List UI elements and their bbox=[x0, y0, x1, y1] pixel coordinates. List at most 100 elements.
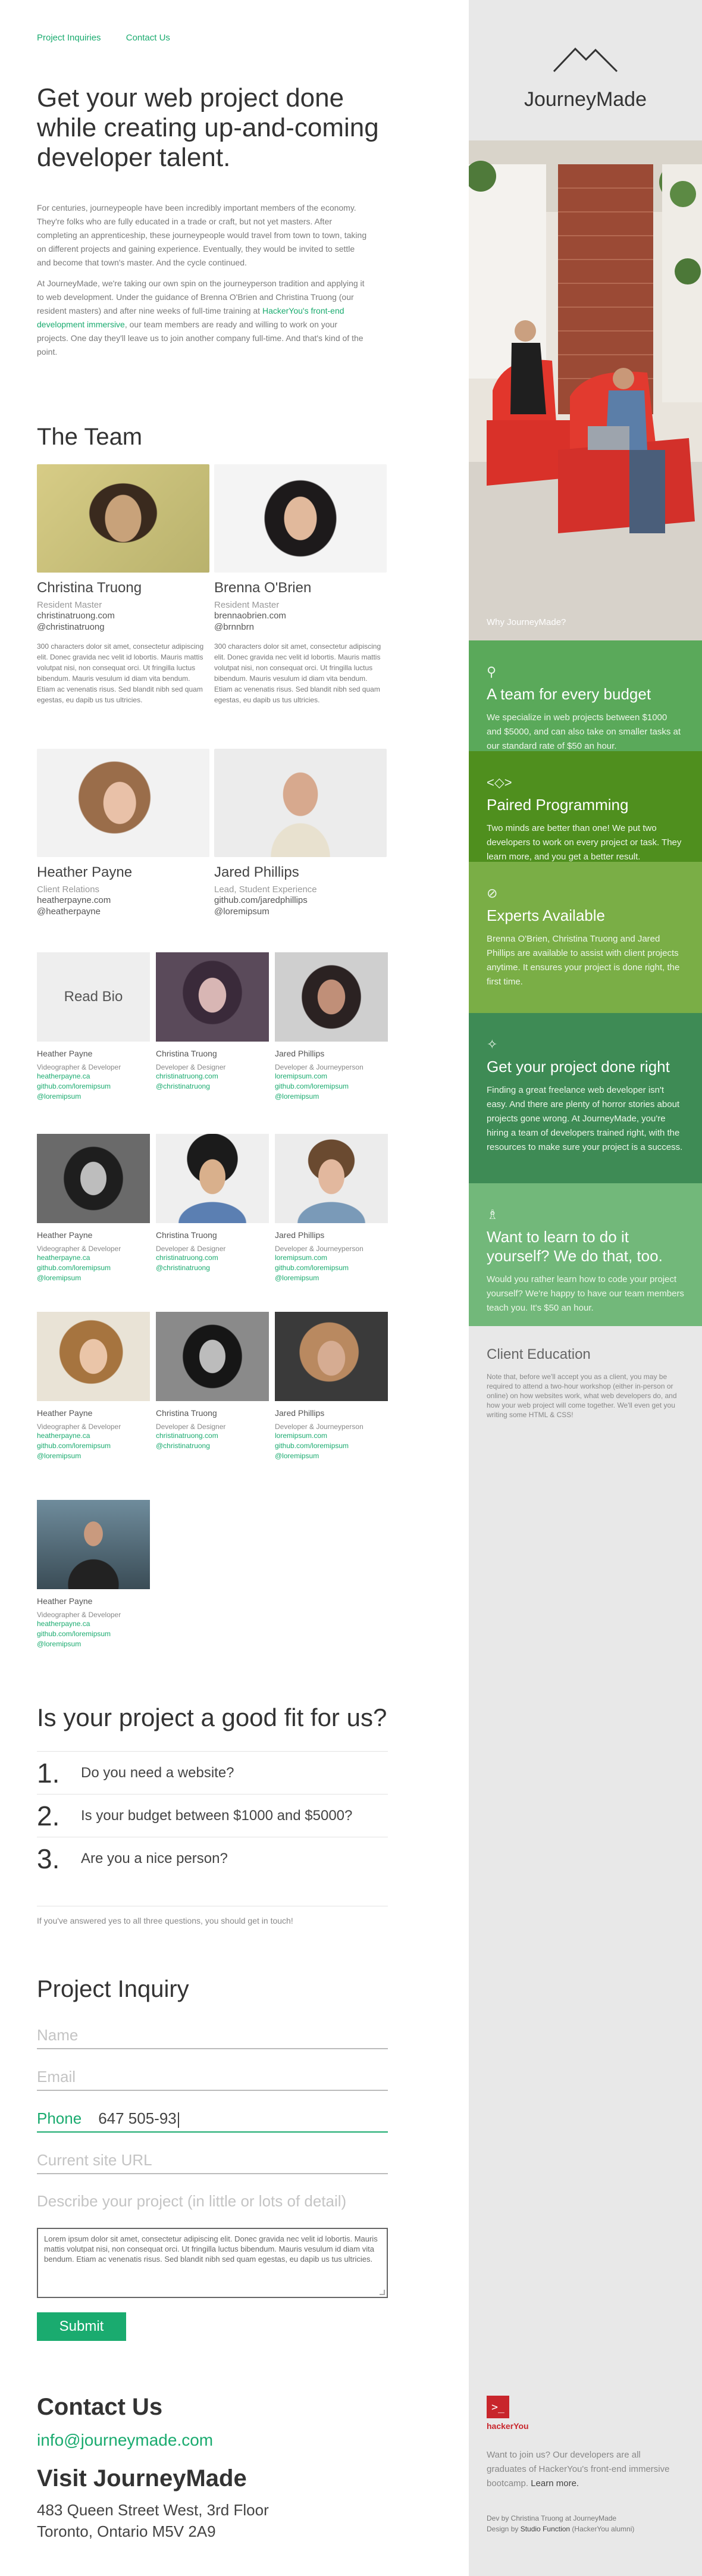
member-link[interactable]: heatherpayne.ca bbox=[37, 1253, 150, 1263]
compass-icon: ⊘ bbox=[487, 886, 498, 901]
fit-question: 1. Do you need a website? bbox=[37, 1751, 388, 1794]
member-link[interactable]: github.com/loremipsum bbox=[275, 1263, 388, 1273]
panel-text: Two minds are better than one! We put tw… bbox=[487, 823, 682, 862]
hackeryou-logo-icon[interactable]: >_ bbox=[487, 2396, 509, 2418]
team-member-card[interactable]: Heather Payne Videographer & Developer h… bbox=[37, 1134, 150, 1283]
site-logo[interactable]: JourneyMade bbox=[469, 88, 702, 111]
read-bio-overlay[interactable]: Read Bio bbox=[37, 952, 150, 1042]
resize-handle[interactable] bbox=[380, 2290, 385, 2295]
fit-number: 3. bbox=[37, 1843, 60, 1874]
team-lead-card: Jared Phillips Lead, Student Experience … bbox=[214, 749, 387, 917]
member-site: github.com/jaredphillips bbox=[214, 895, 308, 905]
member-link[interactable]: github.com/loremipsum bbox=[37, 1441, 150, 1451]
phone-field[interactable]: Phone 647 505-93 bbox=[37, 2109, 388, 2133]
contact-email-link[interactable]: info@journeymade.com bbox=[37, 2431, 213, 2450]
member-role: Resident Master bbox=[214, 600, 280, 610]
member-link[interactable]: christinatruong.com bbox=[156, 1253, 269, 1263]
member-link[interactable]: heatherpayne.ca bbox=[37, 1071, 150, 1081]
studio-function-link[interactable]: Studio Function bbox=[521, 2525, 570, 2533]
member-link[interactable]: @christinatruong bbox=[156, 1081, 269, 1092]
member-link[interactable]: github.com/loremipsum bbox=[37, 1263, 150, 1273]
member-link[interactable]: christinatruong.com bbox=[156, 1071, 269, 1081]
benefit-panel: ⊘ Experts Available Brenna O'Brien, Chri… bbox=[469, 862, 702, 1013]
member-link[interactable]: github.com/loremipsum bbox=[275, 1081, 388, 1092]
member-site: christinatruong.com bbox=[37, 611, 115, 621]
team-member-card[interactable]: Christina Truong Developer & Designer ch… bbox=[156, 952, 269, 1092]
name-field[interactable]: Name bbox=[37, 2026, 388, 2049]
site-url-field[interactable]: Current site URL bbox=[37, 2151, 388, 2174]
learn-icon: ♗ bbox=[487, 1207, 499, 1222]
submit-button[interactable]: Submit bbox=[37, 2312, 126, 2341]
member-link[interactable]: @christinatruong bbox=[156, 1263, 269, 1273]
hackeryou-text: Want to join us? Our developers are all … bbox=[487, 2450, 670, 2489]
hero-title: Get your web project done while creating… bbox=[37, 83, 379, 172]
member-link[interactable]: @loremipsum bbox=[37, 1092, 150, 1102]
portrait-photo bbox=[156, 1312, 269, 1401]
portrait-photo bbox=[37, 749, 209, 857]
describe-value: Lorem ipsum dolor sit amet, consectetur … bbox=[44, 2234, 378, 2264]
member-link[interactable]: heatherpayne.ca bbox=[37, 1619, 150, 1629]
office-photo bbox=[469, 140, 702, 640]
member-name: Christina Truong bbox=[37, 580, 142, 596]
member-link[interactable]: @loremipsum bbox=[37, 1451, 150, 1461]
team-member-card[interactable]: Jared Phillips Developer & Journeyperson… bbox=[275, 1312, 388, 1461]
member-link[interactable]: @loremipsum bbox=[275, 1092, 388, 1102]
member-link[interactable]: loremipsum.com bbox=[275, 1431, 388, 1441]
panel-title: Paired Programming bbox=[487, 796, 629, 814]
member-role: Client Relations bbox=[37, 884, 100, 895]
nav-contact-us[interactable]: Contact Us bbox=[126, 33, 170, 43]
team-member-card[interactable]: Heather Payne Videographer & Developer h… bbox=[37, 1312, 150, 1461]
member-role: Developer & Journeyperson bbox=[275, 1245, 363, 1253]
team-member-card[interactable]: Read Bio Heather Payne Videographer & De… bbox=[37, 952, 150, 1102]
member-link[interactable]: github.com/loremipsum bbox=[275, 1441, 388, 1451]
learn-more-link[interactable]: Learn more. bbox=[531, 2478, 579, 2489]
panel-title: Get your project done right bbox=[487, 1058, 670, 1076]
address-line-1: 483 Queen Street West, 3rd Floor bbox=[37, 2501, 269, 2519]
team-member-card[interactable]: Christina Truong Developer & Designer ch… bbox=[156, 1134, 269, 1273]
member-site: heatherpayne.com bbox=[37, 895, 111, 905]
member-link[interactable]: @loremipsum bbox=[275, 1451, 388, 1461]
portrait-photo bbox=[37, 1312, 150, 1401]
member-link[interactable]: loremipsum.com bbox=[275, 1071, 388, 1081]
describe-label: Describe your project (in little or lots… bbox=[37, 2192, 347, 2210]
team-lead-card: Brenna O'Brien Resident Master brennaobr… bbox=[214, 464, 387, 705]
member-link[interactable]: heatherpayne.ca bbox=[37, 1431, 150, 1441]
fit-question: 3. Are you a nice person? bbox=[37, 1837, 388, 1880]
member-role: Lead, Student Experience bbox=[214, 884, 317, 895]
member-link[interactable]: @loremipsum bbox=[275, 1273, 388, 1283]
member-link[interactable]: github.com/loremipsum bbox=[37, 1629, 150, 1639]
member-link[interactable]: @loremipsum bbox=[37, 1273, 150, 1283]
member-link[interactable]: @loremipsum bbox=[37, 1639, 150, 1649]
team-member-card[interactable]: Christina Truong Developer & Designer ch… bbox=[156, 1312, 269, 1451]
email-field[interactable]: Email bbox=[37, 2068, 388, 2091]
team-member-card[interactable]: Jared Phillips Developer & Journeyperson… bbox=[275, 952, 388, 1102]
member-link[interactable]: @christinatruong bbox=[156, 1441, 269, 1451]
member-name: Jared Phillips bbox=[275, 1230, 325, 1240]
portrait-photo bbox=[156, 952, 269, 1042]
credits: Dev by Christina Truong at JourneyMade D… bbox=[487, 2513, 683, 2534]
nav-project-inquiries[interactable]: Project Inquiries bbox=[37, 33, 101, 43]
team-member-card[interactable]: Jared Phillips Developer & Journeyperson… bbox=[275, 1134, 388, 1283]
fit-question-text: Are you a nice person? bbox=[81, 1850, 228, 1867]
member-role: Developer & Designer bbox=[156, 1063, 226, 1071]
credit-dev: Dev by Christina Truong at JourneyMade bbox=[487, 2514, 617, 2522]
top-nav: Project Inquiries Contact Us bbox=[37, 33, 193, 43]
panel-text: We specialize in web projects between $1… bbox=[487, 712, 681, 751]
member-name: Christina Truong bbox=[156, 1049, 217, 1058]
member-link[interactable]: github.com/loremipsum bbox=[37, 1081, 150, 1092]
member-role: Developer & Journeyperson bbox=[275, 1063, 363, 1071]
portrait-photo bbox=[37, 464, 209, 573]
member-link[interactable]: christinatruong.com bbox=[156, 1431, 269, 1441]
member-name: Jared Phillips bbox=[214, 864, 299, 880]
member-name: Christina Truong bbox=[156, 1230, 217, 1240]
client-education-title: Client Education bbox=[487, 1346, 591, 1362]
describe-textarea[interactable]: Lorem ipsum dolor sit amet, consectetur … bbox=[37, 2228, 388, 2298]
benefit-panel: ⚲ A team for every budget We specialize … bbox=[469, 640, 702, 751]
portrait-photo bbox=[37, 1500, 150, 1589]
member-name: Heather Payne bbox=[37, 1230, 93, 1240]
team-member-card[interactable]: Heather Payne Videographer & Developer h… bbox=[37, 1500, 150, 1649]
member-link[interactable]: loremipsum.com bbox=[275, 1253, 388, 1263]
code-icon: <◇> bbox=[487, 775, 512, 790]
member-name: Jared Phillips bbox=[275, 1408, 325, 1418]
phone-value: 647 505-93 bbox=[98, 2109, 177, 2127]
